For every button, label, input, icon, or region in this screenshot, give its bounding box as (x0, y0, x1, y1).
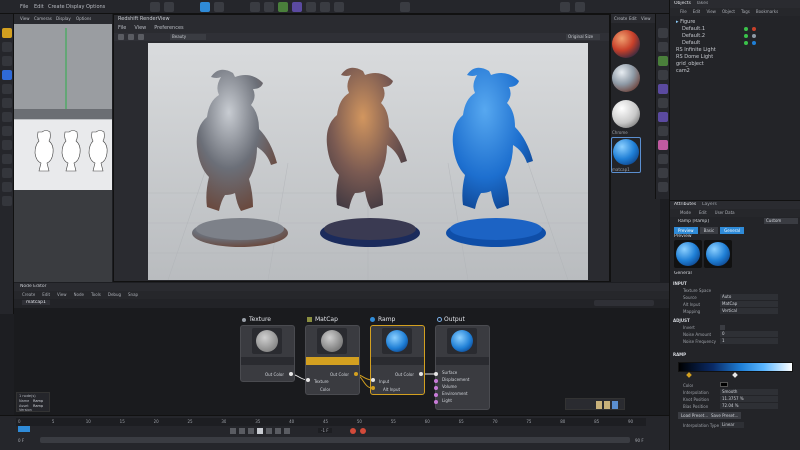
matcap-out-color-label: Out Color (330, 372, 349, 377)
texture-node[interactable]: Out Color (240, 325, 295, 382)
timeline-tick-label: 80 (560, 419, 566, 424)
next-frame-icon[interactable] (266, 428, 272, 434)
timeline-tick-label: 90 (628, 419, 634, 424)
timeline-tick-label: 75 (526, 419, 532, 424)
timeline-tick-label: 5 (51, 419, 55, 424)
timeline-tick-label: 70 (492, 419, 498, 424)
ramp-preview-sphere (386, 330, 408, 352)
matcap-node[interactable]: Out Color Texture Color (305, 325, 360, 395)
timeline-tick-label: 55 (390, 419, 396, 424)
texture-out-port[interactable] (289, 372, 293, 376)
ramp-input-label: Input (379, 379, 390, 384)
go-end-icon[interactable] (284, 428, 290, 434)
ramp-node[interactable]: Out Color Input Alt Input (370, 325, 425, 395)
output-node-bar (436, 357, 489, 365)
timeline-playhead[interactable] (18, 426, 30, 432)
timeline-tick-label: 25 (187, 419, 193, 424)
output-light-label: Light (442, 398, 452, 403)
prev-key-icon[interactable] (239, 428, 245, 434)
output-displacement-label: Displacement (442, 377, 470, 382)
timeline-start-field[interactable]: 0 F (18, 438, 24, 443)
matcap-preview-sphere (321, 330, 343, 352)
timeline-end-field[interactable]: 90 F (635, 438, 644, 443)
texture-preview (252, 328, 282, 354)
node-info-box: 1 node(s) Name Ramp Asset Ramp Version (16, 392, 50, 412)
timeline-tick-label: 15 (119, 419, 125, 424)
timeline-tick-label: 60 (424, 419, 430, 424)
timeline-tick-label: 0 (18, 419, 21, 424)
texture-node-icon (242, 318, 246, 322)
timeline-tick-label: 85 (594, 419, 600, 424)
timeline: 0 5 10 15 20 25 30 35 40 45 50 55 60 65 70 75 80 85 90 -1 … (0, 415, 669, 450)
info-version-label: Version (19, 408, 32, 412)
ramp-alt-input-port[interactable] (371, 386, 375, 390)
output-node-icon (437, 317, 442, 322)
ramp-out-color-label: Out Color (395, 372, 414, 377)
timeline-range-slider[interactable] (40, 437, 630, 443)
output-environment-port[interactable] (434, 393, 438, 397)
timeline-tick-label: 40 (289, 419, 295, 424)
autokey-icon[interactable] (360, 428, 366, 434)
texture-preview-sphere (256, 330, 278, 352)
minimap-node (612, 401, 618, 409)
info-name-value: Ramp (33, 399, 44, 403)
matcap-node-bar (306, 357, 359, 365)
info-asset-value: Ramp (33, 404, 44, 408)
next-key-icon[interactable] (275, 428, 281, 434)
matcap-node-title: MatCap (315, 316, 338, 323)
minimap-node (596, 401, 602, 409)
timeline-tick-label: 45 (323, 419, 329, 424)
timeline-tick-label: 50 (356, 419, 362, 424)
ramp-node-title: Ramp (378, 316, 396, 323)
matcap-preview (317, 328, 347, 354)
output-light-port[interactable] (434, 400, 438, 404)
node-minimap[interactable] (565, 398, 625, 410)
timeline-tick-label: 30 (221, 419, 227, 424)
texture-node-title: Texture (249, 316, 271, 323)
output-preview (447, 328, 477, 354)
ramp-preview (382, 328, 412, 354)
current-frame-field[interactable]: -1 F (318, 428, 332, 433)
output-node[interactable]: Surface Displacement Volume Environment … (435, 325, 490, 410)
output-surface-port[interactable] (434, 372, 438, 376)
timeline-ticks: 0 5 10 15 20 25 30 35 40 45 50 55 60 65 70 75 80 85 90 (18, 419, 638, 425)
output-environment-label: Environment (442, 391, 468, 396)
ramp-node-bar (371, 357, 424, 365)
minimap-node (604, 401, 610, 409)
output-preview-sphere (451, 330, 473, 352)
timeline-tick-label: 20 (153, 419, 159, 424)
ramp-alt-input-label: Alt Input (383, 387, 401, 392)
output-volume-label: Volume (442, 384, 457, 389)
matcap-texture-input-label: Texture (314, 379, 329, 384)
output-node-title: Output (444, 316, 465, 323)
texture-out-color-label: Out Color (265, 372, 284, 377)
prev-frame-icon[interactable] (248, 428, 254, 434)
output-surface-label: Surface (442, 370, 458, 375)
info-count: 1 node(s) (19, 394, 36, 398)
play-icon[interactable] (257, 428, 263, 434)
output-displacement-port[interactable] (434, 379, 438, 383)
ramp-input-port[interactable] (371, 378, 375, 382)
playback-controls (230, 428, 290, 434)
timeline-tick-label: 65 (458, 419, 464, 424)
record-icon[interactable] (350, 428, 356, 434)
matcap-out-port[interactable] (354, 372, 358, 376)
texture-node-bar (241, 357, 294, 365)
go-start-icon[interactable] (230, 428, 236, 434)
matcap-node-icon (307, 317, 312, 322)
ramp-out-port[interactable] (419, 372, 423, 376)
ramp-node-icon (370, 317, 375, 322)
matcap-texture-in-port[interactable] (306, 378, 310, 382)
info-name-label: Name (19, 399, 30, 403)
timeline-tick-label: 35 (255, 419, 261, 424)
timeline-tick-label: 10 (85, 419, 91, 424)
output-volume-port[interactable] (434, 386, 438, 390)
matcap-color-input-label: Color (320, 387, 331, 392)
